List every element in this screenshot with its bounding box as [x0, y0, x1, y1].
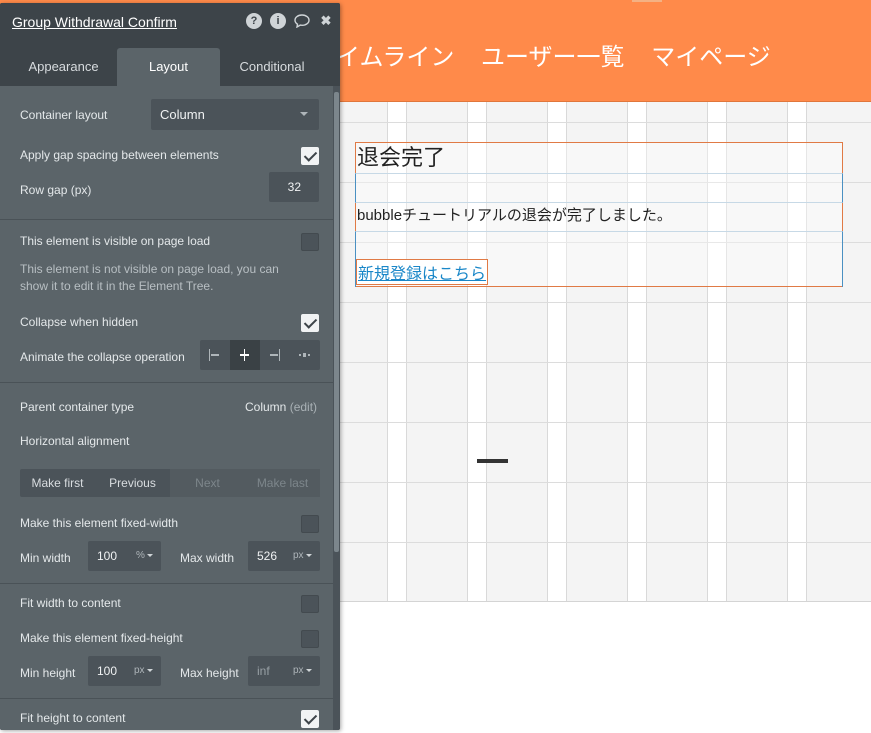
next-button[interactable]: Next: [170, 469, 245, 497]
panel-title[interactable]: Group Withdrawal Confirm: [12, 14, 177, 30]
chevron-down-icon: [300, 112, 308, 116]
max-width-value: 526: [257, 549, 278, 563]
visible-on-load-checkbox[interactable]: [301, 233, 319, 251]
tab-appearance[interactable]: Appearance: [12, 48, 115, 86]
align-left-icon: [209, 349, 221, 361]
tab-layout[interactable]: Layout: [117, 48, 220, 86]
container-layout-value: Column: [160, 107, 205, 122]
container-layout-label: Container layout: [20, 108, 108, 122]
max-height-input[interactable]: inf px: [248, 656, 320, 686]
align-space-icon: [299, 349, 311, 361]
help-icon[interactable]: ?: [246, 13, 262, 29]
align-center-button[interactable]: [230, 340, 260, 370]
container-layout-select[interactable]: Column: [151, 99, 319, 130]
group-inner-row[interactable]: [355, 173, 843, 203]
make-first-button[interactable]: Make first: [20, 469, 95, 497]
row-gap-input[interactable]: 32: [269, 172, 319, 202]
nav-item-mypage[interactable]: マイページ: [651, 37, 771, 72]
fixed-width-label: Make this element fixed-width: [20, 516, 179, 530]
fit-width-checkbox[interactable]: [301, 595, 319, 613]
parent-type-label: Parent container type: [20, 400, 135, 414]
min-width-label: Min width: [20, 551, 71, 565]
fixed-height-checkbox[interactable]: [301, 630, 319, 648]
align-right-icon: [269, 349, 281, 361]
grid-row-line: [330, 422, 871, 423]
align-left-button[interactable]: [200, 340, 230, 370]
min-width-unit-select[interactable]: %: [136, 550, 153, 561]
gap-spacing-label: Apply gap spacing between elements: [20, 148, 219, 162]
withdrawal-message[interactable]: bubbleチュートリアルの退会が完了しました。: [357, 204, 672, 225]
parent-type-value: Column (edit): [245, 400, 317, 414]
min-height-value: 100: [97, 664, 118, 678]
section-divider: [0, 219, 334, 220]
section-divider: [0, 698, 334, 699]
max-height-value: inf: [257, 664, 270, 678]
grid-row-line: [330, 302, 871, 303]
gap-spacing-checkbox[interactable]: [301, 147, 319, 165]
withdrawal-title[interactable]: 退会完了: [357, 140, 445, 172]
close-icon[interactable]: ✖: [318, 13, 334, 29]
visible-on-load-note: This element is not visible on page load…: [20, 262, 279, 293]
header-accent: [632, 0, 662, 2]
panel-title-icons: ? i ✖: [246, 13, 334, 29]
min-width-value: 100: [97, 549, 118, 563]
align-center-icon: [239, 349, 251, 361]
header-nav: イムライン ユーザー一覧 マイページ: [336, 37, 791, 72]
fixed-height-label: Make this element fixed-height: [20, 631, 183, 645]
collapse-hidden-label: Collapse when hidden: [20, 315, 139, 329]
min-height-input[interactable]: 100 px: [88, 656, 161, 686]
parent-type-edit-link[interactable]: (edit): [290, 400, 317, 414]
info-icon[interactable]: i: [270, 13, 286, 29]
nav-item-timeline[interactable]: イムライン: [336, 37, 454, 72]
property-editor: Group Withdrawal Confirm ? i ✖ Appearanc…: [0, 3, 340, 730]
previous-button[interactable]: Previous: [95, 469, 170, 497]
max-width-label: Max width: [180, 551, 235, 565]
horizontal-alignment-control: [200, 340, 320, 370]
layout-tab-content: Container layout Column Apply gap spacin…: [0, 86, 334, 730]
grid-row-line: [330, 542, 871, 543]
horizontal-alignment-label: Horizontal alignment: [20, 434, 130, 448]
tab-conditional[interactable]: Conditional: [222, 48, 322, 86]
max-height-unit-select[interactable]: px: [293, 665, 312, 676]
fixed-width-checkbox[interactable]: [301, 515, 319, 533]
panel-titlebar[interactable]: Group Withdrawal Confirm ? i ✖: [0, 3, 340, 41]
parent-type-name: Column: [245, 400, 287, 414]
align-space-button[interactable]: [290, 340, 320, 370]
min-height-label: Min height: [20, 666, 76, 680]
resize-handle[interactable]: [477, 459, 508, 463]
max-height-label: Max height: [180, 666, 239, 680]
collapse-hidden-checkbox[interactable]: [301, 314, 319, 332]
min-height-unit-select[interactable]: px: [134, 665, 153, 676]
scrollbar-thumb[interactable]: [334, 92, 339, 552]
nav-item-user-list[interactable]: ユーザー一覧: [481, 37, 625, 72]
element-order-buttons: Make first Previous Next Make last: [20, 469, 320, 497]
grid-row-line: [330, 482, 871, 483]
panel-tabs: Appearance Layout Conditional: [0, 41, 340, 86]
register-link[interactable]: 新規登録はこちら: [356, 259, 489, 285]
max-width-input[interactable]: 526 px: [248, 541, 320, 571]
visible-on-load-label: This element is visible on page load: [20, 234, 211, 248]
fit-height-label: Fit height to content: [20, 711, 126, 725]
make-last-button[interactable]: Make last: [245, 469, 320, 497]
fit-width-label: Fit width to content: [20, 596, 121, 610]
section-divider: [0, 583, 334, 584]
max-width-unit-select[interactable]: px: [293, 550, 312, 561]
align-right-button[interactable]: [260, 340, 290, 370]
editor-root: イムライン ユーザー一覧 マイページ 退会完了 bubbleチュートリアルの退会…: [0, 0, 871, 733]
grid-row-line: [330, 122, 871, 123]
min-width-input[interactable]: 100 %: [88, 541, 161, 571]
animate-collapse-label: Animate the collapse operation: [20, 350, 185, 364]
comment-icon[interactable]: [294, 13, 310, 29]
fit-height-checkbox[interactable]: [301, 710, 319, 728]
section-divider: [0, 382, 334, 383]
row-gap-label: Row gap (px): [20, 183, 92, 197]
panel-scrollbar[interactable]: [333, 86, 340, 730]
grid-row-line: [330, 362, 871, 363]
